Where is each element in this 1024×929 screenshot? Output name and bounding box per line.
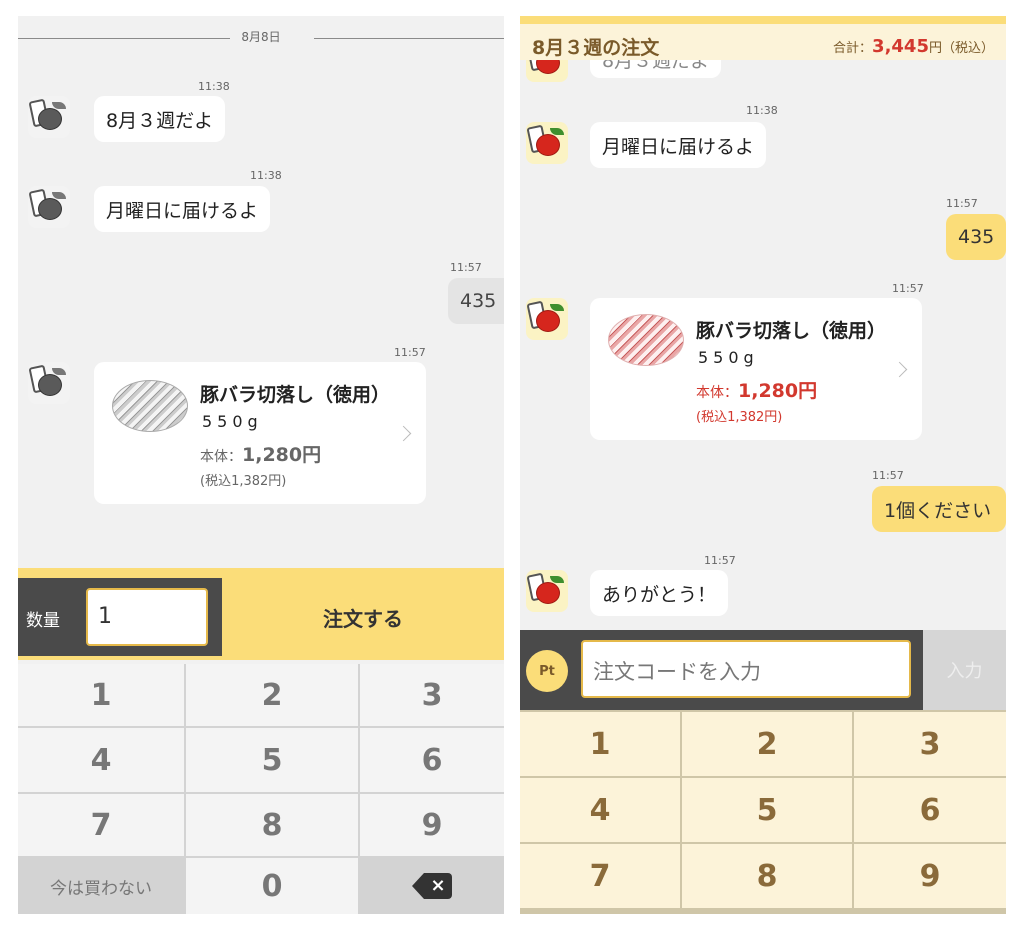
product-tax-price: (税込1,382円) bbox=[200, 474, 287, 489]
message-time: 11:38 bbox=[250, 169, 282, 182]
bot-avatar bbox=[28, 362, 70, 404]
key-5[interactable]: 5 bbox=[186, 728, 358, 792]
product-name: 豚バラ切落し（徳用） bbox=[200, 384, 391, 406]
message-time: 11:57 bbox=[892, 282, 924, 295]
key-9[interactable]: 9 bbox=[854, 844, 1006, 908]
product-weight: 550g bbox=[698, 348, 759, 367]
message-time: 11:38 bbox=[746, 104, 778, 117]
numeric-keypad: 1 2 3 4 5 6 7 8 9 今は買わない 0 × bbox=[18, 664, 504, 914]
left-screen: 8月8日 11:38 8月３週だよ 11:38 月曜日に届けるよ 11:57 4… bbox=[18, 16, 504, 914]
product-image bbox=[608, 314, 684, 366]
message-time: 11:57 bbox=[704, 554, 736, 567]
message-time: 11:38 bbox=[198, 80, 230, 93]
message-time: 11:57 bbox=[946, 197, 978, 210]
message-bubble: 月曜日に届けるよ bbox=[94, 186, 271, 232]
product-price: 本体：1,280円 bbox=[200, 444, 322, 466]
product-price: 本体：1,280円 bbox=[696, 380, 818, 402]
bot-avatar bbox=[28, 96, 70, 138]
order-bar: 数量 1 注文する bbox=[18, 568, 504, 660]
enter-button[interactable]: 入力 bbox=[923, 630, 1006, 710]
order-total: 合計：3,445円（税込） bbox=[833, 36, 994, 57]
key-3[interactable]: 3 bbox=[360, 664, 504, 726]
key-3[interactable]: 3 bbox=[854, 712, 1006, 776]
my-message-bubble: 1個ください bbox=[872, 486, 1006, 532]
quantity-label: 数量 bbox=[26, 611, 60, 631]
date-label: 8月8日 bbox=[241, 30, 281, 44]
key-7[interactable]: 7 bbox=[18, 794, 184, 856]
key-8[interactable]: 8 bbox=[682, 844, 852, 908]
product-image bbox=[112, 380, 188, 432]
quantity-input[interactable]: 1 bbox=[86, 588, 208, 646]
product-name: 豚バラ切落し（徳用） bbox=[696, 320, 887, 342]
backspace-icon: × bbox=[412, 873, 452, 899]
my-message-bubble: 435 bbox=[946, 214, 1006, 260]
key-9[interactable]: 9 bbox=[360, 794, 504, 856]
key-6[interactable]: 6 bbox=[360, 728, 504, 792]
product-weight: 550g bbox=[202, 412, 263, 431]
bot-avatar bbox=[526, 122, 568, 164]
chevron-right-icon bbox=[891, 361, 908, 378]
key-4[interactable]: 4 bbox=[18, 728, 184, 792]
message-time: 11:57 bbox=[394, 346, 426, 359]
bot-avatar bbox=[28, 186, 70, 228]
skip-purchase-button[interactable]: 今は買わない bbox=[18, 858, 184, 914]
message-time: 11:57 bbox=[872, 469, 904, 482]
key-8[interactable]: 8 bbox=[186, 794, 358, 856]
key-2[interactable]: 2 bbox=[682, 712, 852, 776]
bot-avatar bbox=[526, 298, 568, 340]
key-0[interactable]: 0 bbox=[186, 858, 358, 914]
key-4[interactable]: 4 bbox=[520, 778, 680, 842]
bot-avatar bbox=[526, 570, 568, 612]
chevron-right-icon bbox=[395, 425, 412, 442]
product-card[interactable]: 豚バラ切落し（徳用） 550g 本体：1,280円 (税込1,382円) bbox=[94, 362, 426, 504]
message-bubble: ありがとう！ bbox=[590, 570, 729, 616]
product-tax-price: (税込1,382円) bbox=[696, 410, 783, 425]
order-code-bar: Pt 注文コードを入力 入力 bbox=[520, 630, 1006, 710]
right-screen: 8月３週だよ 8月３週の注文 合計：3,445円（税込） 11:38 月曜日に届… bbox=[520, 16, 1006, 914]
key-5[interactable]: 5 bbox=[682, 778, 852, 842]
order-header: 8月３週の注文 合計：3,445円（税込） bbox=[520, 16, 1006, 60]
backspace-button[interactable]: × bbox=[360, 858, 504, 914]
key-1[interactable]: 1 bbox=[18, 664, 184, 726]
key-6[interactable]: 6 bbox=[854, 778, 1006, 842]
product-card[interactable]: 豚バラ切落し（徳用） 550g 本体：1,280円 (税込1,382円) bbox=[590, 298, 922, 440]
points-icon[interactable]: Pt bbox=[526, 650, 568, 692]
message-bubble: 8月３週だよ bbox=[94, 96, 226, 142]
message-time: 11:57 bbox=[450, 261, 482, 274]
key-7[interactable]: 7 bbox=[520, 844, 680, 908]
my-message-bubble: 435 bbox=[448, 278, 504, 324]
order-code-input[interactable]: 注文コードを入力 bbox=[581, 640, 911, 698]
order-title: 8月３週の注文 bbox=[532, 37, 660, 59]
order-button[interactable]: 注文する bbox=[222, 578, 504, 656]
numeric-keypad: 1 2 3 4 5 6 7 8 9 bbox=[520, 710, 1006, 914]
message-bubble: 月曜日に届けるよ bbox=[590, 122, 767, 168]
key-1[interactable]: 1 bbox=[520, 712, 680, 776]
key-2[interactable]: 2 bbox=[186, 664, 358, 726]
